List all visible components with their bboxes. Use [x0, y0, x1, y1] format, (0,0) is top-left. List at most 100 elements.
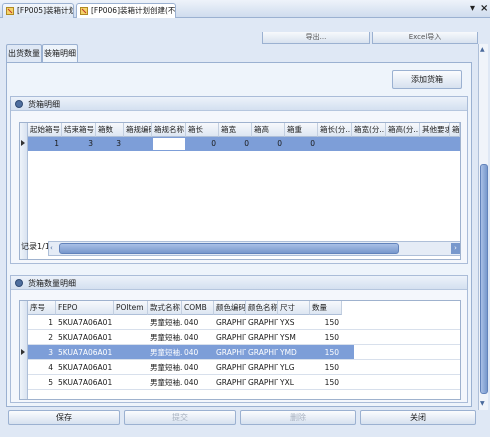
box-quantity-table[interactable]: 序号 FEPO POItem 款式名称 COMB 颜色编码 颜色名称 尺寸 数量 1 5KUA7A… — [19, 300, 461, 400]
table-cell[interactable]: 150 — [310, 315, 342, 330]
table-cell[interactable] — [114, 375, 148, 390]
scroll-up-arrow-icon[interactable]: ▲ — [480, 46, 485, 53]
table-cell[interactable]: 4 — [28, 360, 56, 375]
table-cell[interactable]: GRAPHITE — [246, 375, 278, 390]
tab-fp006[interactable]: [FP006]装箱计划创建(不开放用户 — [76, 3, 176, 19]
close-icon[interactable]: × — [480, 3, 488, 15]
table-cell[interactable] — [352, 137, 386, 151]
table-cell[interactable]: GRAPHITE — [214, 345, 246, 360]
table-cell[interactable]: 5 — [28, 375, 56, 390]
table-cell[interactable]: 1 — [28, 137, 62, 151]
table-cell[interactable]: 040 — [182, 375, 214, 390]
table-cell[interactable]: 5KUA7A06A01 — [56, 315, 114, 330]
column-header[interactable]: 箱 — [450, 123, 460, 137]
table-cell[interactable]: 男童短袖... — [148, 345, 182, 360]
column-header[interactable]: FEPO — [56, 301, 114, 315]
table-cell[interactable]: GRAPHITE — [246, 345, 278, 360]
table-cell[interactable]: 3 — [96, 137, 124, 151]
column-header[interactable]: 箱长 — [186, 123, 219, 137]
collapse-icon[interactable] — [15, 279, 23, 287]
table-cell[interactable] — [114, 315, 148, 330]
table-cell[interactable]: YXS — [278, 315, 310, 330]
column-header[interactable]: 箱规名称 — [152, 123, 186, 137]
save-button[interactable]: 保存 — [8, 410, 120, 425]
column-header[interactable]: 其他要求 — [420, 123, 450, 137]
column-header[interactable]: 尺寸 — [278, 301, 310, 315]
table-cell[interactable] — [450, 137, 460, 151]
panel-vertical-scrollbar[interactable]: ▲ ▼ — [478, 44, 488, 410]
column-header[interactable]: 箱数 — [96, 123, 124, 137]
table-cell[interactable]: 男童短袖... — [148, 360, 182, 375]
horizontal-scrollbar[interactable]: ‹ › — [48, 241, 460, 256]
table-cell[interactable]: 150 — [310, 375, 342, 390]
table-cell[interactable]: 3 — [28, 345, 56, 360]
add-box-button[interactable]: 添加货箱 — [392, 70, 462, 89]
table-cell[interactable]: GRAPHITE — [214, 315, 246, 330]
column-header[interactable]: 箱宽 — [219, 123, 252, 137]
table-cell[interactable]: YSM — [278, 330, 310, 345]
table-cell[interactable]: GRAPHITE — [246, 330, 278, 345]
table-cell[interactable]: 0 — [219, 137, 252, 151]
table-cell[interactable]: YXL — [278, 375, 310, 390]
table-cell[interactable] — [124, 137, 152, 151]
table-cell[interactable]: 5KUA7A06A01 — [56, 330, 114, 345]
table-cell[interactable]: 1 — [28, 315, 56, 330]
table-cell[interactable]: 5KUA7A06A01 — [56, 360, 114, 375]
tab-shipment-qty[interactable]: 出货数量 — [6, 44, 42, 62]
table-cell[interactable]: 5KUA7A06A01 — [56, 345, 114, 360]
table-cell[interactable]: 3 — [62, 137, 96, 151]
column-header[interactable]: COMB — [182, 301, 214, 315]
column-header[interactable]: 结束箱号 — [62, 123, 96, 137]
excel-import-button[interactable]: Excel导入 — [372, 32, 478, 44]
table-cell[interactable]: 男童短袖... — [148, 375, 182, 390]
column-header[interactable]: 箱长(分... — [318, 123, 352, 137]
table-cell[interactable]: 150 — [310, 345, 342, 360]
table-cell[interactable]: 5KUA7A06A01 — [56, 375, 114, 390]
table-cell[interactable]: 040 — [182, 345, 214, 360]
column-header[interactable]: 颜色名称 — [246, 301, 278, 315]
column-header[interactable]: 颜色编码 — [214, 301, 246, 315]
column-header[interactable]: 起始箱号 — [28, 123, 62, 137]
column-header[interactable]: 序号 — [28, 301, 56, 315]
table-cell[interactable]: GRAPHITE — [214, 330, 246, 345]
table-cell[interactable]: 150 — [310, 330, 342, 345]
table-cell[interactable]: 2 — [28, 330, 56, 345]
table-cell[interactable]: GRAPHITE — [246, 315, 278, 330]
table-cell[interactable]: 男童短袖... — [148, 315, 182, 330]
table-cell[interactable]: 0 — [252, 137, 285, 151]
table-cell[interactable] — [386, 137, 420, 151]
table-cell[interactable]: 男童短袖... — [148, 330, 182, 345]
table-cell[interactable]: YLG — [278, 360, 310, 375]
scroll-right-arrow-icon[interactable]: › — [451, 243, 460, 254]
column-header[interactable]: 箱重 — [285, 123, 318, 137]
table-cell[interactable]: 040 — [182, 330, 214, 345]
delete-button[interactable]: 删除 — [240, 410, 356, 425]
tab-list-dropdown-icon[interactable]: ▾ — [470, 3, 475, 15]
table-cell[interactable]: GRAPHITE — [214, 375, 246, 390]
table-cell[interactable]: 150 — [310, 360, 342, 375]
scrollbar-thumb[interactable] — [59, 243, 399, 254]
tab-fp005[interactable]: [FP005]装箱计划 — [2, 3, 74, 18]
table-cell[interactable] — [318, 137, 352, 151]
table-cell[interactable]: 0 — [285, 137, 318, 151]
table-cell[interactable]: 040 — [182, 315, 214, 330]
column-header[interactable]: 箱规编码 — [124, 123, 152, 137]
table-cell[interactable]: GRAPHITE — [246, 360, 278, 375]
cell-editor[interactable] — [152, 137, 186, 151]
table-cell[interactable]: 0 — [186, 137, 219, 151]
table-cell[interactable] — [114, 330, 148, 345]
scroll-down-arrow-icon[interactable]: ▼ — [480, 400, 485, 407]
tab-packing-detail[interactable]: 装箱明细 — [42, 44, 78, 63]
scrollbar-thumb[interactable] — [480, 164, 488, 394]
collapse-icon[interactable] — [15, 100, 23, 108]
table-cell[interactable] — [114, 345, 148, 360]
column-header[interactable]: POItem — [114, 301, 148, 315]
column-header[interactable]: 箱高 — [252, 123, 285, 137]
table-cell[interactable] — [420, 137, 450, 151]
box-detail-table[interactable]: 起始箱号结束箱号箱数箱规编码箱规名称箱长箱宽箱高箱重箱长(分...箱宽(分...… — [19, 122, 461, 260]
table-cell[interactable]: YMD — [278, 345, 310, 360]
table-cell[interactable]: 040 — [182, 360, 214, 375]
scroll-left-arrow-icon[interactable]: ‹ — [50, 244, 58, 254]
export-button[interactable]: 导出... — [262, 32, 370, 44]
column-header[interactable]: 箱宽(分... — [352, 123, 386, 137]
